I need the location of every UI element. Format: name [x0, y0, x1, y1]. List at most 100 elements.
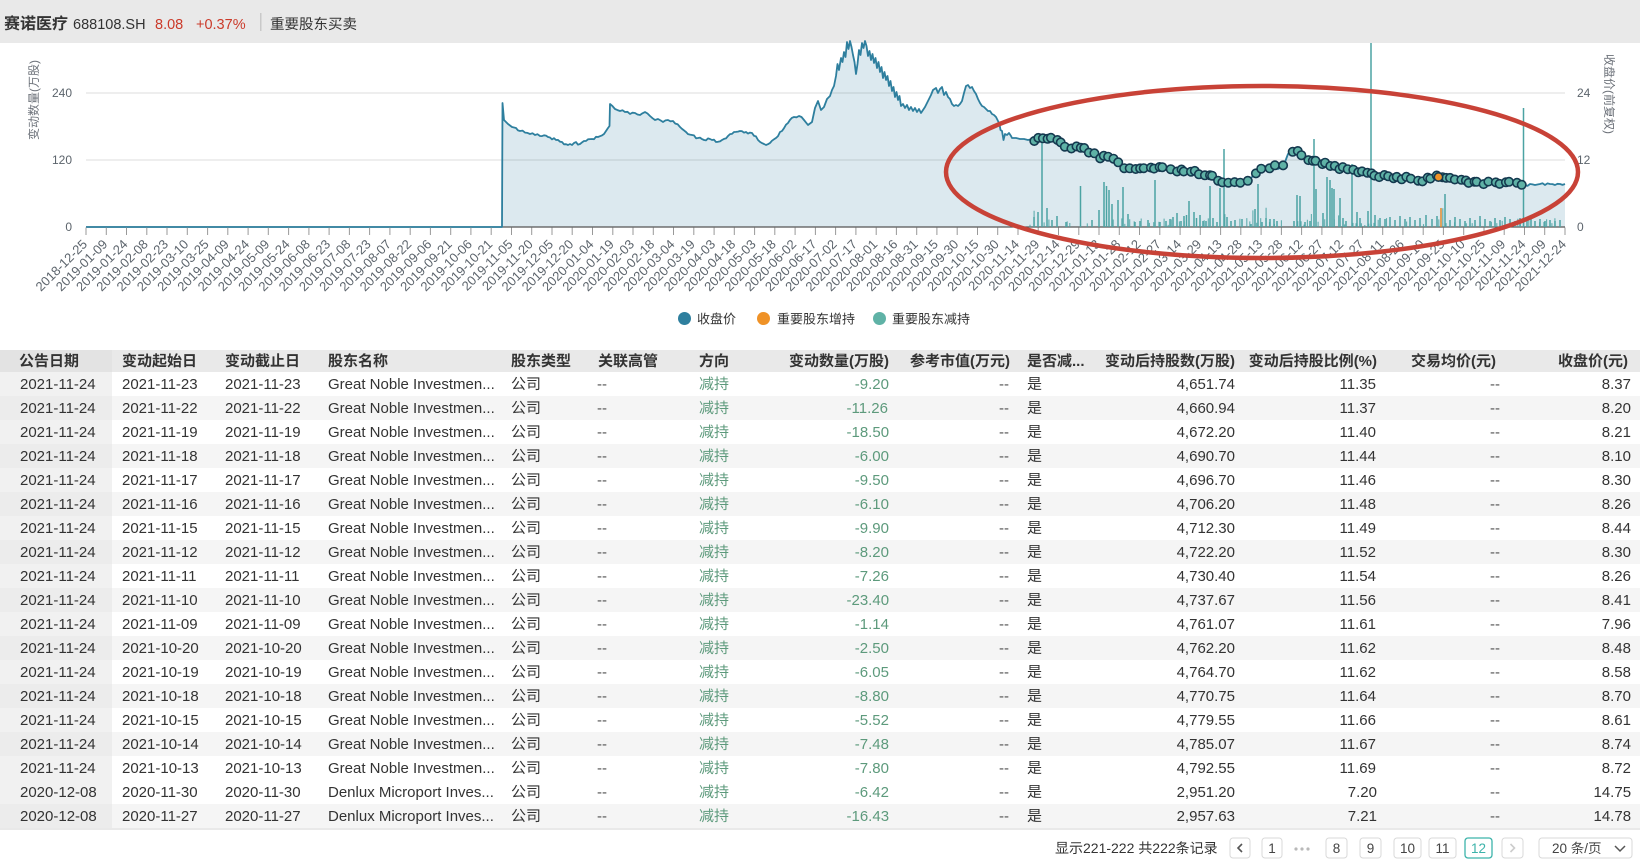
- svg-text:2021-11-24: 2021-11-24: [20, 472, 96, 489]
- svg-text:4,690.70: 4,690.70: [1177, 448, 1235, 465]
- svg-text:--: --: [1490, 712, 1500, 729]
- svg-text:7.20: 7.20: [1348, 784, 1377, 801]
- svg-text:2021-11-11: 2021-11-11: [122, 568, 197, 585]
- svg-text:/: /: [1584, 841, 1588, 856]
- svg-text:--: --: [597, 760, 607, 777]
- svg-text:2021-10-14: 2021-10-14: [225, 736, 302, 753]
- svg-text:--: --: [1490, 736, 1500, 753]
- svg-text:--: --: [1490, 472, 1500, 489]
- svg-text:Great Noble Investmen...: Great Noble Investmen...: [328, 472, 495, 489]
- svg-text:0: 0: [65, 220, 72, 234]
- svg-text:0: 0: [1577, 220, 1584, 234]
- svg-text:(: (: [1471, 353, 1476, 370]
- svg-text:--: --: [1490, 496, 1500, 513]
- svg-text:4,792.55: 4,792.55: [1177, 760, 1235, 777]
- svg-text:-8.20: -8.20: [855, 544, 889, 561]
- svg-text:--: --: [1490, 448, 1500, 465]
- svg-text:120: 120: [52, 153, 72, 167]
- svg-text:--: --: [999, 520, 1009, 537]
- svg-text:2021-11-16: 2021-11-16: [225, 496, 301, 513]
- svg-text:--: --: [597, 568, 607, 585]
- svg-text:2021-10-20: 2021-10-20: [225, 640, 302, 657]
- svg-text:--: --: [597, 640, 607, 657]
- svg-text:): ): [1623, 353, 1628, 370]
- svg-text:): ): [1230, 353, 1235, 370]
- svg-text:--: --: [999, 640, 1009, 657]
- svg-text:11.49: 11.49: [1340, 520, 1376, 537]
- svg-text:--: --: [1490, 568, 1500, 585]
- svg-text:Great Noble Investmen...: Great Noble Investmen...: [328, 520, 495, 537]
- svg-text:8.48: 8.48: [1602, 640, 1631, 657]
- svg-text:Denlux Microport Inves...: Denlux Microport Inves...: [328, 808, 494, 825]
- svg-text:2021-11-24: 2021-11-24: [20, 592, 96, 609]
- svg-text:222: 222: [1152, 840, 1176, 856]
- svg-text:--: --: [999, 664, 1009, 681]
- svg-text:(: (: [1603, 353, 1608, 370]
- svg-text:--: --: [1490, 664, 1500, 681]
- svg-text:2021-11-24: 2021-11-24: [20, 544, 96, 561]
- svg-text:8.21: 8.21: [1602, 424, 1631, 441]
- svg-text:8.30: 8.30: [1602, 544, 1631, 561]
- svg-text:2021-11-10: 2021-11-10: [225, 592, 301, 609]
- svg-text:2021-11-23: 2021-11-23: [122, 376, 198, 393]
- svg-text:2021-10-13: 2021-10-13: [122, 760, 199, 777]
- svg-text:4,722.20: 4,722.20: [1177, 544, 1235, 561]
- svg-text:2020-11-27: 2020-11-27: [122, 808, 198, 825]
- svg-text:--: --: [597, 520, 607, 537]
- svg-text:24: 24: [1577, 86, 1591, 100]
- svg-text:2020-12-08: 2020-12-08: [20, 784, 97, 801]
- svg-text:--: --: [597, 424, 607, 441]
- svg-text:--: --: [999, 712, 1009, 729]
- svg-text:--: --: [597, 736, 607, 753]
- svg-text:2021-10-15: 2021-10-15: [225, 712, 302, 729]
- svg-text:8.70: 8.70: [1602, 688, 1631, 705]
- svg-text:--: --: [1490, 616, 1500, 633]
- svg-text:4,706.20: 4,706.20: [1177, 496, 1235, 513]
- svg-text:2021-11-19: 2021-11-19: [225, 424, 301, 441]
- svg-text:2021-11-18: 2021-11-18: [225, 448, 301, 465]
- svg-text:--: --: [1490, 400, 1500, 417]
- svg-text:10: 10: [1400, 841, 1415, 856]
- svg-text:7.21: 7.21: [1348, 808, 1377, 825]
- svg-text:2021-11-24: 2021-11-24: [20, 376, 96, 393]
- svg-text:11.56: 11.56: [1340, 592, 1376, 609]
- svg-text:--: --: [597, 592, 607, 609]
- svg-text:): ): [884, 353, 889, 370]
- svg-text:Great Noble Investmen...: Great Noble Investmen...: [328, 496, 495, 513]
- svg-text:11.61: 11.61: [1340, 616, 1376, 633]
- svg-text:11.66: 11.66: [1340, 712, 1376, 729]
- svg-text:): ): [27, 60, 41, 64]
- svg-text:8.74: 8.74: [1602, 736, 1631, 753]
- svg-text:Great Noble Investmen...: Great Noble Investmen...: [328, 616, 495, 633]
- svg-text:240: 240: [52, 86, 72, 100]
- svg-text:2021-11-16: 2021-11-16: [122, 496, 198, 513]
- svg-text:11.44: 11.44: [1340, 448, 1376, 465]
- svg-text:2021-11-10: 2021-11-10: [122, 592, 198, 609]
- svg-text:Great Noble Investmen...: Great Noble Investmen...: [328, 448, 495, 465]
- svg-text:2021-11-24: 2021-11-24: [20, 424, 96, 441]
- svg-text:--: --: [999, 496, 1009, 513]
- svg-text:2021-11-24: 2021-11-24: [20, 520, 96, 537]
- svg-text:2020-12-08: 2020-12-08: [20, 808, 97, 825]
- svg-text:2021-11-24: 2021-11-24: [20, 496, 96, 513]
- svg-text:Great Noble Investmen...: Great Noble Investmen...: [328, 640, 495, 657]
- svg-text:2021-10-13: 2021-10-13: [225, 760, 302, 777]
- svg-text:(: (: [1195, 353, 1200, 370]
- svg-text:2021-11-24: 2021-11-24: [20, 616, 96, 633]
- svg-text:4,770.75: 4,770.75: [1177, 688, 1235, 705]
- svg-text:8: 8: [1333, 841, 1341, 856]
- svg-text:8.61: 8.61: [1602, 712, 1631, 729]
- svg-text:11.37: 11.37: [1340, 400, 1376, 417]
- svg-text:4,764.70: 4,764.70: [1177, 664, 1235, 681]
- svg-text:11.48: 11.48: [1340, 496, 1376, 513]
- svg-text:--: --: [999, 472, 1009, 489]
- svg-text:+0.37%: +0.37%: [196, 17, 246, 33]
- svg-text:--: --: [999, 808, 1009, 825]
- svg-text:--: --: [1490, 520, 1500, 537]
- svg-text:(%): (%): [1354, 353, 1377, 370]
- svg-text:2021-11-17: 2021-11-17: [122, 472, 198, 489]
- svg-text:2021-11-19: 2021-11-19: [122, 424, 198, 441]
- svg-text:-6.00: -6.00: [855, 448, 889, 465]
- svg-text:2021-11-24: 2021-11-24: [20, 640, 96, 657]
- svg-text:-18.50: -18.50: [847, 424, 890, 441]
